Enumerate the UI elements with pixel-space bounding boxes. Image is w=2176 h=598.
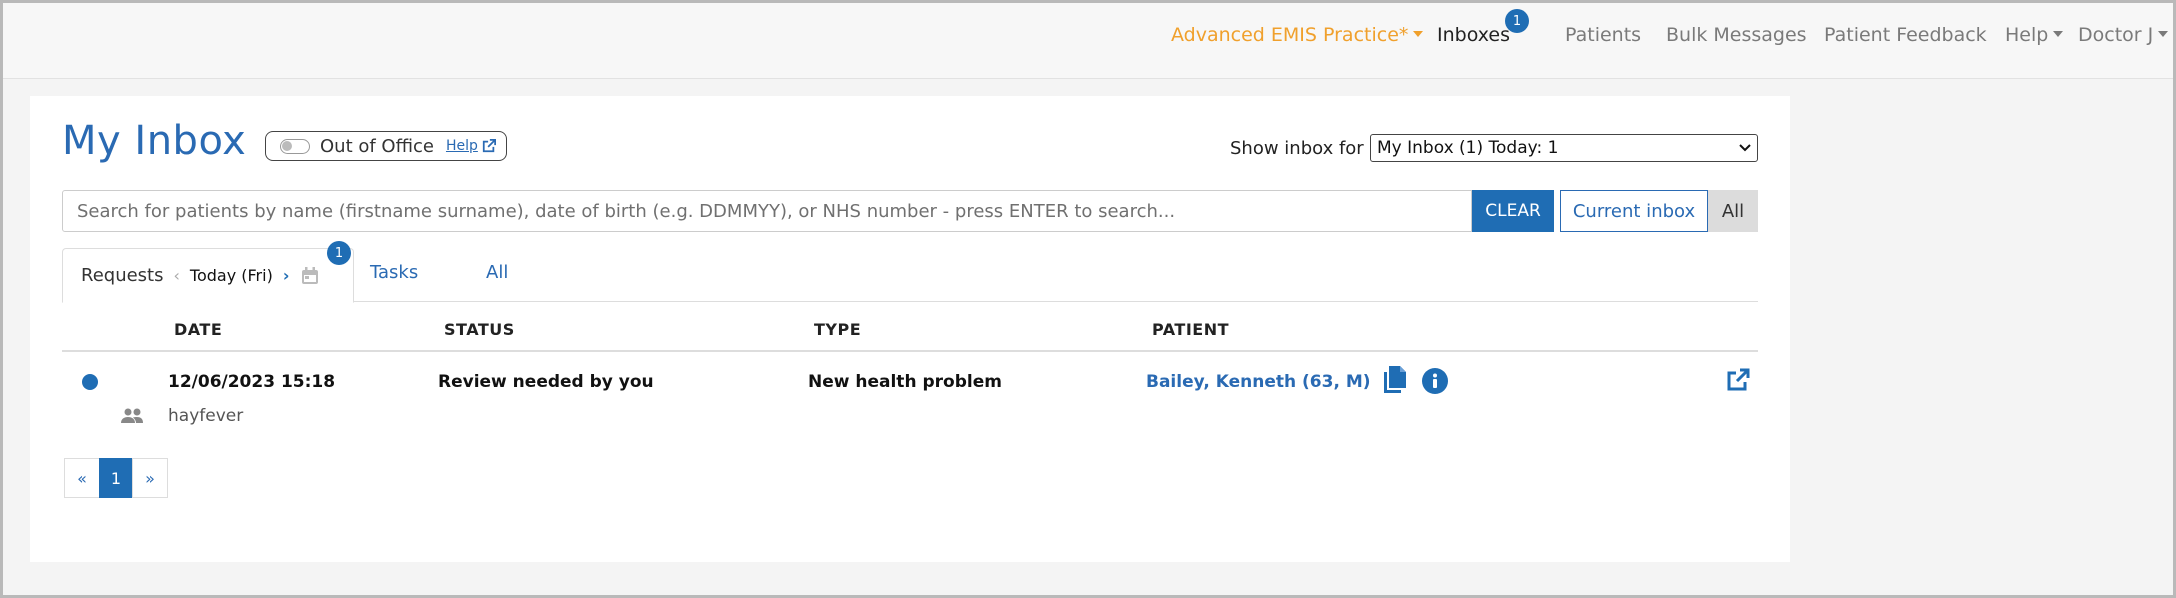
inbox-select-value: My Inbox (1) Today: 1 xyxy=(1377,138,1559,158)
current-day-label: Today (Fri) xyxy=(189,266,273,285)
toggle-switch[interactable] xyxy=(280,138,310,154)
chevron-down-icon xyxy=(1413,30,1424,37)
column-header-status[interactable]: STATUS xyxy=(444,320,515,339)
request-type: New health problem xyxy=(808,372,1002,392)
column-header-date[interactable]: DATE xyxy=(174,320,222,339)
show-inbox-label: Show inbox for xyxy=(1230,138,1364,159)
request-date: 12/06/2023 15:18 xyxy=(168,372,336,392)
nav-bulk-messages[interactable]: Bulk Messages xyxy=(1666,24,1807,46)
inbox-card: My Inbox Out of Office Help Show inbox f… xyxy=(30,96,1790,562)
chevron-down-icon xyxy=(2053,30,2064,37)
help-link-label: Help xyxy=(445,138,478,154)
tab-tasks[interactable]: Tasks xyxy=(370,262,418,283)
pagination-next[interactable]: » xyxy=(132,458,168,498)
toggle-knob xyxy=(282,140,292,151)
page-title: My Inbox xyxy=(62,118,247,164)
clear-button[interactable]: CLEAR xyxy=(1472,190,1554,232)
external-link-icon[interactable] xyxy=(1726,368,1750,392)
patient-link[interactable]: Bailey, Kenneth (63, M) xyxy=(1146,372,1371,392)
top-navigation: Advanced EMIS Practice* Inboxes 1 Patien… xyxy=(3,3,2173,79)
inbox-tabs: Requests ‹ Today (Fri) › 1 Tasks All xyxy=(62,241,1758,303)
chevron-down-icon xyxy=(2158,30,2169,37)
tab-all[interactable]: All xyxy=(486,262,508,283)
search-input[interactable] xyxy=(62,190,1472,232)
inbox-select[interactable]: My Inbox (1) Today: 1 xyxy=(1370,134,1758,162)
nav-patient-feedback[interactable]: Patient Feedback xyxy=(1824,24,1987,46)
info-icon[interactable] xyxy=(1422,368,1448,394)
search-bar: CLEAR Current inbox All xyxy=(62,190,1758,232)
people-icon xyxy=(121,408,143,423)
all-inboxes-button[interactable]: All xyxy=(1708,190,1758,232)
current-inbox-button[interactable]: Current inbox xyxy=(1560,190,1708,232)
next-day-icon[interactable]: › xyxy=(283,266,290,285)
column-header-patient[interactable]: PATIENT xyxy=(1152,320,1229,339)
table-header: DATE STATUS TYPE PATIENT xyxy=(62,302,1758,352)
document-icon[interactable] xyxy=(1382,366,1406,394)
help-link[interactable]: Help xyxy=(446,138,496,154)
user-menu[interactable]: Doctor J xyxy=(2078,24,2169,46)
tab-requests-label: Requests xyxy=(81,265,164,286)
nav-patients[interactable]: Patients xyxy=(1565,24,1641,46)
inboxes-count-badge: 1 xyxy=(1505,9,1529,33)
chevron-down-icon xyxy=(1739,144,1751,152)
calendar-icon[interactable] xyxy=(301,266,319,285)
help-menu[interactable]: Help xyxy=(2005,24,2064,46)
out-of-office-toggle[interactable]: Out of Office Help xyxy=(265,131,507,161)
practice-menu[interactable]: Advanced EMIS Practice* xyxy=(1171,24,1424,46)
table-row[interactable]: 12/06/2023 15:18 Review needed by you Ne… xyxy=(62,352,1758,432)
external-link-icon xyxy=(482,139,496,153)
pagination: « 1 » xyxy=(64,458,168,498)
requests-count-badge: 1 xyxy=(327,241,351,265)
tab-requests[interactable]: Requests ‹ Today (Fri) › 1 xyxy=(62,241,354,303)
unread-indicator xyxy=(82,374,98,390)
out-of-office-label: Out of Office xyxy=(320,135,434,157)
request-status: Review needed by you xyxy=(438,372,654,392)
column-header-type[interactable]: TYPE xyxy=(814,320,861,339)
pagination-page-current[interactable]: 1 xyxy=(99,458,133,498)
pagination-previous[interactable]: « xyxy=(64,458,100,498)
request-note: hayfever xyxy=(168,406,244,426)
nav-inboxes[interactable]: Inboxes xyxy=(1437,24,1510,46)
previous-day-icon[interactable]: ‹ xyxy=(174,266,180,285)
